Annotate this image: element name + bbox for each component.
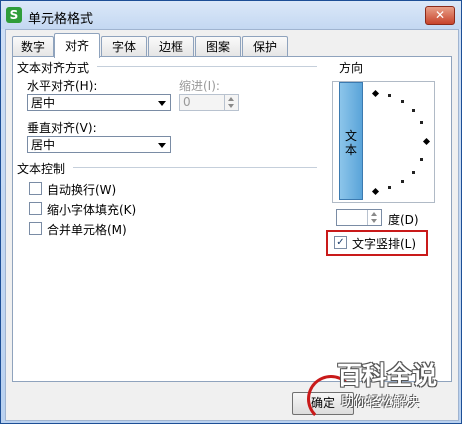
angle-marker-middle[interactable] [422, 137, 431, 146]
angle-dot[interactable] [420, 158, 423, 161]
indent-value: 0 [183, 95, 191, 109]
title-bar: S 单元格格式 ✕ [1, 1, 461, 29]
arrow-up-icon [228, 97, 234, 101]
angle-dot[interactable] [401, 180, 404, 183]
arrow-up-icon [371, 212, 377, 216]
shrink-to-fit-checkbox[interactable] [29, 202, 42, 215]
wrap-text-checkbox[interactable] [29, 182, 42, 195]
orientation-box: 文本 [332, 81, 435, 203]
vertical-text-label: 文本 [345, 129, 358, 157]
indent-spin-buttons [224, 95, 238, 110]
angle-dot[interactable] [388, 94, 391, 97]
angle-marker-top[interactable] [371, 89, 380, 98]
degrees-label: 度(D) [388, 213, 419, 227]
group-divider [97, 66, 317, 67]
vertical-align-label: 垂直对齐(V): [27, 121, 97, 135]
format-cells-dialog: S 单元格格式 ✕ 数字 对齐 字体 边框 图案 保护 文本对齐方式 水平对齐(… [0, 0, 462, 424]
shrink-to-fit-label: 缩小字体填充(K) [47, 203, 137, 217]
wps-app-icon: S [6, 7, 22, 23]
horizontal-align-value: 居中 [31, 96, 56, 110]
degrees-spinner[interactable] [336, 209, 382, 226]
horizontal-align-select[interactable]: 居中 [27, 94, 171, 111]
group-divider [73, 167, 317, 168]
merge-cells-label: 合并单元格(M) [47, 223, 127, 237]
text-control-group-label: 文本控制 [17, 160, 66, 177]
tab-alignment[interactable]: 对齐 [54, 33, 100, 58]
angle-dot[interactable] [401, 100, 404, 103]
tab-number[interactable]: 数字 [12, 36, 54, 57]
vertical-text-button[interactable]: 文本 [339, 82, 363, 200]
tab-font[interactable]: 字体 [101, 36, 147, 57]
vertical-text-checkbox[interactable]: ✓ [334, 236, 347, 249]
angle-dot[interactable] [420, 121, 423, 124]
watermark-subtitle: 助你轻松解决 [341, 395, 420, 410]
merge-cells-checkbox[interactable] [29, 222, 42, 235]
vertical-text-checkbox-label: 文字竖排(L) [352, 237, 417, 251]
angle-dot[interactable] [412, 109, 415, 112]
degrees-spin-buttons[interactable] [367, 210, 381, 225]
close-button[interactable]: ✕ [425, 6, 455, 25]
indent-spinner: 0 [179, 94, 239, 111]
angle-marker-bottom[interactable] [371, 187, 380, 196]
vertical-align-value: 居中 [31, 138, 56, 152]
vertical-align-select[interactable]: 居中 [27, 136, 171, 153]
window-title: 单元格格式 [28, 12, 94, 27]
wrap-text-label: 自动换行(W) [47, 183, 117, 197]
arrow-down-icon [371, 219, 377, 223]
horizontal-align-label: 水平对齐(H): [27, 79, 98, 93]
chevron-down-icon [158, 101, 166, 106]
tab-border[interactable]: 边框 [148, 36, 194, 57]
angle-dot[interactable] [388, 186, 391, 189]
chevron-down-icon [158, 143, 166, 148]
orientation-group-label: 方向 [339, 61, 364, 75]
tab-pattern[interactable]: 图案 [195, 36, 241, 57]
arrow-down-icon [228, 104, 234, 108]
watermark-logo: 百科全说 助你轻松解决 [337, 361, 451, 419]
angle-dot[interactable] [412, 171, 415, 174]
indent-label: 缩进(I): [179, 79, 220, 93]
text-alignment-group-label: 文本对齐方式 [17, 59, 90, 76]
watermark-title: 百科全说 [337, 361, 438, 390]
tab-protection[interactable]: 保护 [242, 36, 288, 57]
